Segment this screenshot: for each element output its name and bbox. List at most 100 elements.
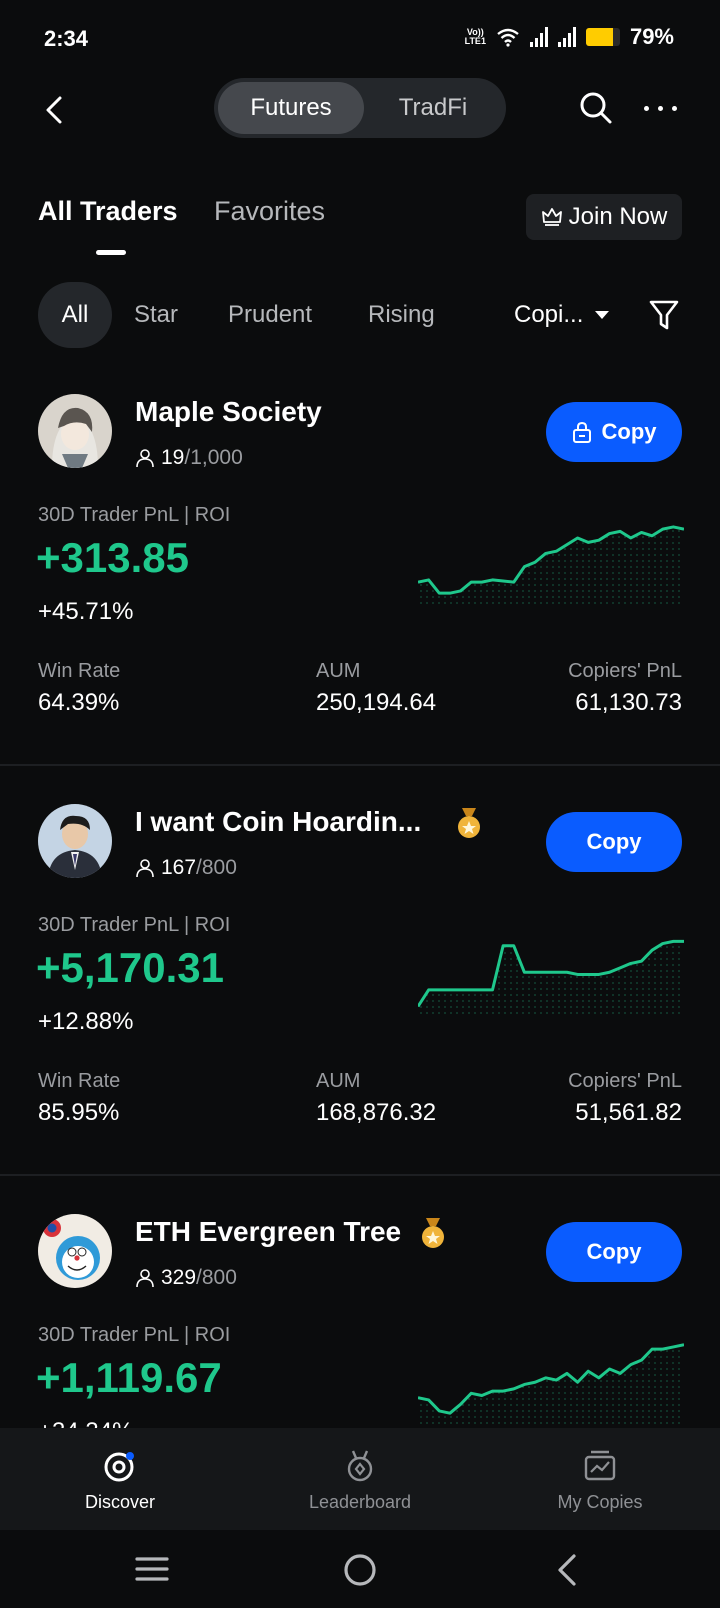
join-now-button[interactable]: Join Now [526, 194, 682, 240]
roi-value: +12.88% [38, 1008, 134, 1035]
tab-tradfi[interactable]: TradFi [364, 82, 502, 134]
more-options-icon[interactable] [644, 100, 684, 116]
trader-name[interactable]: ETH Evergreen Tree [135, 1216, 401, 1248]
system-back-icon[interactable] [552, 1552, 582, 1588]
copy-label: Copy [601, 419, 657, 444]
signal-icon-2 [557, 27, 576, 47]
win-rate-stat: Win Rate 85.95% [38, 1070, 120, 1127]
discover-icon [104, 1452, 134, 1482]
my-copies-icon [584, 1450, 616, 1481]
wifi-icon [497, 28, 519, 47]
status-icons: Vo)) LTE1 79% [465, 24, 674, 50]
nav-my-copies[interactable]: My Copies [500, 1428, 700, 1530]
aum-stat: AUM 168,876.32 [316, 1070, 436, 1127]
filter-chip-rising[interactable]: Rising [368, 282, 435, 348]
battery-icon [585, 28, 620, 46]
tab-all-traders[interactable]: All Traders [38, 196, 178, 227]
copier-max: /1,000 [184, 446, 243, 469]
copiers-pnl-stat: Copiers' PnL 51,561.82 [568, 1070, 682, 1127]
status-time: 2:34 [44, 26, 89, 51]
copier-count: 329/800 [135, 1266, 237, 1290]
avatar [38, 1214, 112, 1288]
filter-icon[interactable] [648, 298, 680, 332]
copy-label: Copy [586, 829, 642, 854]
roi-value: +34.34% [38, 1418, 133, 1428]
nav-discover-label: Discover [84, 1492, 155, 1512]
signal-icon-1 [529, 27, 548, 47]
copiers-pnl-label: Copiers' PnL [568, 1070, 682, 1092]
filter-chips: All Star Prudent Rising Copi... [0, 282, 720, 348]
aum-label: AUM [316, 1070, 361, 1092]
pnl-sparkline [418, 525, 684, 606]
aum-stat: AUM 250,194.64 [316, 660, 436, 717]
copier-max: /800 [196, 1266, 237, 1289]
pnl-value: +313.85 [36, 534, 189, 581]
copier-current: 167 [161, 856, 197, 879]
pnl-sparkline [418, 1343, 684, 1426]
filter-chip-all[interactable]: All [38, 282, 112, 348]
filter-chip-star[interactable]: Star [134, 282, 178, 348]
copy-button[interactable]: Copy [546, 812, 682, 872]
battery-percent: 79% [629, 24, 674, 49]
sparkline-area [418, 941, 684, 1016]
nav-my-copies-label: My Copies [557, 1492, 643, 1512]
pnl-label: 30D Trader PnL | ROI [38, 504, 231, 526]
trader-tabs: All Traders Favorites Join Now [0, 194, 720, 260]
filter-chip-prudent[interactable]: Prudent [228, 282, 312, 348]
active-tab-indicator [96, 250, 126, 255]
copier-current: 19 [161, 446, 185, 469]
trader-card[interactable]: Maple Society 19/1,000 Copy 30D Trader P… [0, 386, 720, 796]
win-rate-label: Win Rate [38, 1070, 121, 1092]
card-divider [0, 764, 720, 766]
sparkline-area [418, 526, 684, 606]
copier-count: 167/800 [135, 856, 237, 880]
market-segment-control: Futures TradFi [214, 78, 506, 138]
avatar [38, 804, 112, 878]
sort-dropdown-value: Copi... [514, 301, 584, 328]
copiers-pnl-value: 61,130.73 [575, 689, 682, 716]
user-icon [136, 859, 154, 878]
medal-icon [458, 808, 480, 838]
copy-label: Copy [586, 1239, 642, 1264]
pnl-sparkline [418, 939, 684, 1016]
copiers-pnl-value: 51,561.82 [575, 1099, 682, 1126]
nav-leaderboard[interactable]: Leaderboard [260, 1428, 460, 1530]
chevron-down-icon [595, 311, 610, 319]
lock-icon [572, 421, 591, 443]
search-icon[interactable] [578, 90, 614, 126]
system-nav-bar [0, 1530, 720, 1608]
status-bar: 2:34 Vo)) LTE1 79% [0, 0, 720, 80]
trader-name[interactable]: Maple Society [135, 396, 322, 428]
copiers-pnl-stat: Copiers' PnL 61,130.73 [568, 660, 682, 717]
pnl-value: +1,119.67 [36, 1354, 222, 1401]
copier-max: /800 [196, 856, 237, 879]
medal-icon [422, 1218, 444, 1248]
avatar [38, 394, 112, 468]
leaderboard-icon [347, 1450, 373, 1482]
home-icon[interactable] [342, 1552, 378, 1588]
copier-count: 19/1,000 [135, 446, 243, 470]
trader-name[interactable]: I want Coin Hoardin... [135, 806, 421, 838]
user-icon [136, 449, 154, 468]
bottom-nav: Discover Leaderboard My Copies [0, 1428, 720, 1530]
card-divider [0, 1174, 720, 1176]
copiers-pnl-label: Copiers' PnL [568, 660, 682, 682]
copy-button[interactable]: Copy [546, 402, 682, 462]
crown-icon [541, 208, 562, 226]
copy-button[interactable]: Copy [546, 1222, 682, 1282]
nav-discover[interactable]: Discover [20, 1428, 220, 1530]
user-icon [136, 1269, 154, 1288]
roi-value: +45.71% [38, 598, 134, 625]
sort-dropdown[interactable]: Copi... [514, 282, 610, 348]
aum-value: 250,194.64 [316, 689, 437, 716]
pnl-label: 30D Trader PnL | ROI [38, 914, 231, 936]
back-icon[interactable] [36, 90, 76, 130]
top-bar: Futures TradFi [0, 78, 720, 138]
trader-card[interactable]: I want Coin Hoardin... 167/800 Copy 30D … [0, 796, 720, 1206]
tab-favorites[interactable]: Favorites [214, 196, 325, 227]
trader-card[interactable]: ETH Evergreen Tree 329/800 Copy 30D Trad… [0, 1206, 720, 1428]
pnl-value: +5,170.31 [36, 944, 225, 991]
copier-current: 329 [161, 1266, 197, 1289]
recent-apps-icon[interactable] [134, 1554, 170, 1584]
tab-futures[interactable]: Futures [218, 82, 364, 134]
